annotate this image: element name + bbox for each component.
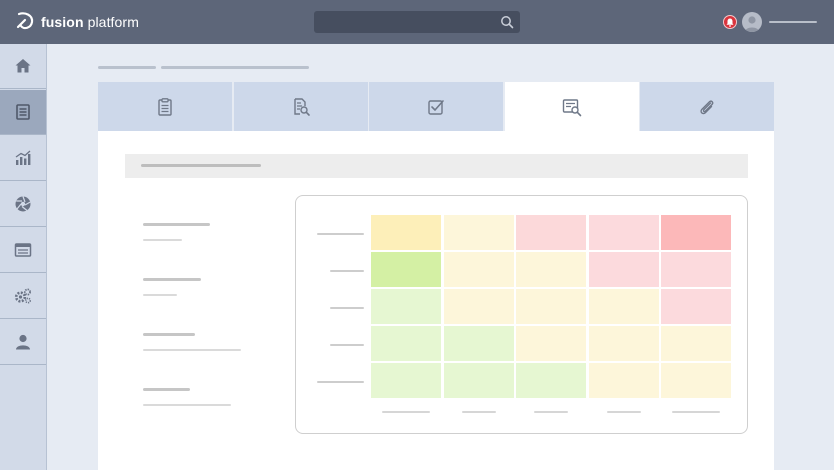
- user-name-placeholder[interactable]: [769, 21, 817, 23]
- aperture-icon: [15, 196, 31, 212]
- detail-value: [143, 294, 177, 296]
- avatar[interactable]: [742, 12, 762, 32]
- matrix-column-label: [461, 411, 496, 413]
- report-search-icon: [562, 98, 582, 116]
- chart-icon: [15, 150, 31, 165]
- bell-icon: [726, 18, 734, 27]
- notification-button[interactable]: [723, 15, 737, 29]
- matrix-cell[interactable]: [516, 289, 586, 324]
- breadcrumb-item-2[interactable]: [161, 66, 309, 69]
- tab-checkbox[interactable]: [369, 82, 503, 131]
- tab-bar: [98, 82, 774, 131]
- matrix-cell[interactable]: [443, 215, 514, 250]
- detail-value: [143, 349, 241, 351]
- section-title-placeholder: [141, 164, 261, 167]
- matrix-column-label: [672, 411, 720, 413]
- matrix-row-label: [330, 344, 364, 346]
- tab-clipboard[interactable]: [98, 82, 232, 131]
- search-icon[interactable]: [500, 15, 514, 29]
- matrix-cell[interactable]: [443, 252, 514, 287]
- matrix-cell[interactable]: [661, 252, 731, 287]
- matrix-cell[interactable]: [661, 326, 731, 361]
- clipboard-icon: [158, 97, 172, 116]
- matrix-cell[interactable]: [371, 363, 441, 398]
- brand-name: fusion platform: [41, 14, 139, 30]
- sidebar-item-documents[interactable]: [0, 90, 46, 135]
- tab-document-search[interactable]: [234, 82, 368, 131]
- matrix-cell[interactable]: [443, 289, 514, 324]
- section-header: [125, 154, 748, 178]
- matrix-column-label: [534, 411, 568, 413]
- document-search-icon: [294, 97, 310, 116]
- matrix-cell[interactable]: [661, 363, 731, 398]
- tab-report-search[interactable]: [505, 82, 639, 131]
- fusion-logo-icon: [16, 12, 34, 30]
- detail-label: [143, 333, 195, 336]
- top-bar: fusion platform: [0, 0, 834, 44]
- breadcrumb-item-1[interactable]: [98, 66, 156, 69]
- matrix-cell[interactable]: [588, 215, 659, 250]
- window-icon: [14, 243, 32, 257]
- detail-value: [143, 404, 231, 406]
- sidebar-item-aperture[interactable]: [0, 182, 46, 227]
- matrix-cell[interactable]: [516, 363, 586, 398]
- tab-attachment[interactable]: [640, 82, 774, 131]
- matrix-row-label: [330, 307, 364, 309]
- sidebar-item-browser[interactable]: [0, 228, 46, 273]
- checkbox-icon: [428, 99, 444, 115]
- document-icon: [16, 104, 30, 120]
- matrix-cell[interactable]: [661, 289, 731, 324]
- detail-value: [143, 239, 182, 241]
- matrix-cell[interactable]: [443, 326, 514, 361]
- gears-icon: [14, 288, 32, 304]
- risk-matrix: [295, 195, 748, 434]
- matrix-row-label: [317, 381, 364, 383]
- matrix-row-label: [317, 233, 364, 235]
- sidebar-item-settings[interactable]: [0, 274, 46, 319]
- matrix-cell[interactable]: [371, 326, 441, 361]
- matrix-cell[interactable]: [588, 326, 659, 361]
- detail-label: [143, 223, 210, 226]
- user-avatar-icon: [745, 16, 759, 32]
- sidebar-item-analytics[interactable]: [0, 136, 46, 181]
- matrix-cell[interactable]: [588, 289, 659, 324]
- matrix-cell[interactable]: [588, 252, 659, 287]
- paperclip-icon: [700, 99, 714, 114]
- user-icon: [16, 334, 30, 350]
- home-icon: [15, 59, 31, 73]
- matrix-cell[interactable]: [371, 289, 441, 324]
- matrix-row-label: [330, 270, 364, 272]
- matrix-cell[interactable]: [588, 363, 659, 398]
- content-panel: [98, 131, 774, 470]
- matrix-cell[interactable]: [516, 215, 586, 250]
- brand-logo[interactable]: fusion platform: [16, 11, 139, 33]
- sidebar-item-home[interactable]: [0, 44, 46, 89]
- matrix-cell[interactable]: [516, 252, 586, 287]
- matrix-cell[interactable]: [443, 363, 514, 398]
- matrix-cell[interactable]: [371, 252, 441, 287]
- search-input[interactable]: [314, 11, 520, 33]
- matrix-cell[interactable]: [661, 215, 731, 250]
- matrix-cell[interactable]: [516, 326, 586, 361]
- detail-label: [143, 388, 190, 391]
- sidebar-item-profile[interactable]: [0, 320, 46, 365]
- detail-label: [143, 278, 201, 281]
- matrix-column-label: [606, 411, 641, 413]
- sidebar: [0, 44, 47, 470]
- matrix-column-label: [382, 411, 430, 413]
- matrix-cell[interactable]: [371, 215, 441, 250]
